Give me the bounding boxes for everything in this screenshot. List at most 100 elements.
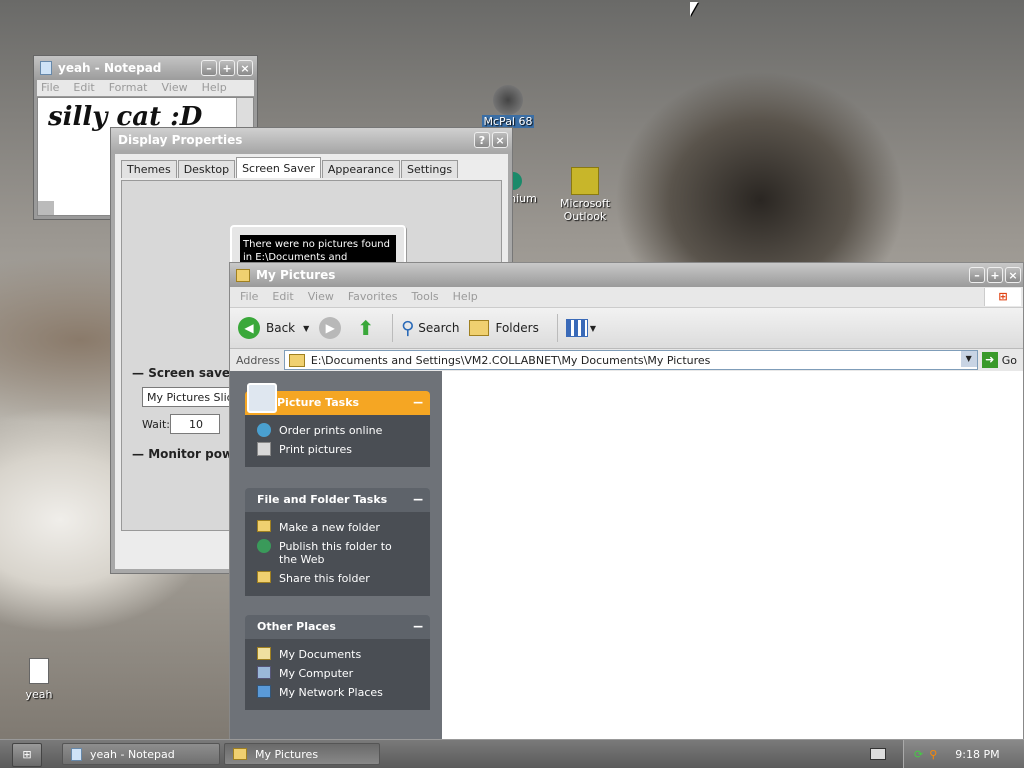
views-button[interactable]: ▼ <box>565 319 596 337</box>
tab-screen-saver[interactable]: Screen Saver <box>236 157 321 178</box>
desktop-icon-yeah[interactable]: yeah <box>4 658 74 701</box>
make-new-folder-link[interactable]: Make a new folder <box>257 518 430 537</box>
text-file-icon <box>29 658 49 684</box>
up-folder-icon: ⬆ <box>357 316 375 340</box>
my-pictures-titlebar[interactable]: My Pictures – + × <box>230 263 1023 287</box>
wait-label: Wait: <box>142 418 170 431</box>
address-dropdown-button[interactable]: ▼ <box>960 351 977 367</box>
picture-tasks-title: Picture Tasks <box>277 396 360 409</box>
go-button[interactable]: ➜ Go <box>981 352 1017 368</box>
menu-edit[interactable]: Edit <box>272 290 293 303</box>
tab-desktop[interactable]: Desktop <box>177 160 236 178</box>
maximize-button[interactable]: + <box>219 60 235 76</box>
views-icon <box>565 319 588 337</box>
menu-file[interactable]: File <box>240 290 258 303</box>
my-computer-link[interactable]: My Computer <box>257 664 430 683</box>
address-value: E:\Documents and Settings\VM2.COLLABNET\… <box>310 353 711 367</box>
task-pane: Picture Tasks − Order prints online Prin… <box>230 371 442 739</box>
menu-format[interactable]: Format <box>109 81 148 94</box>
picture-tasks-panel: Picture Tasks − Order prints online Prin… <box>245 383 430 467</box>
folders-button[interactable]: Folders <box>469 320 539 336</box>
explorer-toolbar: ◀ Back ▼ ▶ ⬆ ⚲ Search Folders ▼ <box>230 308 1023 349</box>
menu-help[interactable]: Help <box>453 290 478 303</box>
my-network-places-link[interactable]: My Network Places <box>257 683 430 702</box>
taskbar: ⊞ yeah - Notepad My Pictures ⟳ ⚲ 9:18 PM <box>0 739 1024 768</box>
print-pictures-link[interactable]: Print pictures <box>257 440 430 459</box>
notepad-app-icon <box>40 61 52 75</box>
screen-saver-group-label: — Screen saver <box>132 366 236 380</box>
back-button[interactable]: ◀ Back ▼ <box>238 317 309 339</box>
taskbar-item-my-pictures[interactable]: My Pictures <box>224 743 380 765</box>
up-folder-button[interactable]: ⬆ <box>357 316 374 340</box>
my-pictures-window[interactable]: My Pictures – + × File Edit View Favorites T… <box>229 262 1024 740</box>
share-folder-link[interactable]: Share this folder <box>257 569 430 588</box>
file-list-area[interactable] <box>442 371 1023 739</box>
menu-view[interactable]: View <box>308 290 334 303</box>
taskbar-item-notepad[interactable]: yeah - Notepad <box>62 743 220 765</box>
menu-view[interactable]: View <box>162 81 188 94</box>
chevron-down-icon: ▼ <box>303 323 310 333</box>
tab-settings[interactable]: Settings <box>400 160 459 178</box>
minimize-button[interactable]: – <box>201 60 217 76</box>
file-folder-tasks-body: Make a new folder Publish this folder to… <box>245 512 430 596</box>
address-bar: Address E:\Documents and Settings\VM2.CO… <box>230 349 1023 372</box>
windows-logo-icon: ⊞ <box>984 288 1021 306</box>
tab-appearance[interactable]: Appearance <box>321 160 400 178</box>
desktop-icon-outlook[interactable]: Microsoft Outlook <box>550 167 620 223</box>
other-places-title: Other Places <box>257 620 336 633</box>
forward-arrow-icon: ▶ <box>319 317 342 339</box>
notepad-menubar: File Edit Format View Help <box>37 80 254 96</box>
other-places-header[interactable]: Other Places − <box>245 615 430 639</box>
file-folder-tasks-header[interactable]: File and Folder Tasks − <box>245 488 430 512</box>
search-icon: ⚲ <box>401 317 415 339</box>
tab-themes[interactable]: Themes <box>121 160 177 178</box>
search-tray-icon[interactable]: ⚲ <box>929 748 937 761</box>
menu-favorites[interactable]: Favorites <box>348 290 398 303</box>
my-documents-icon <box>257 647 271 660</box>
help-button[interactable]: ? <box>474 132 490 148</box>
close-button[interactable]: × <box>237 60 253 76</box>
globe-icon <box>257 539 271 553</box>
toolbar-separator <box>556 314 558 342</box>
collapse-icon[interactable]: − <box>412 488 424 512</box>
go-label: Go <box>1001 353 1017 367</box>
network-tray-icon[interactable]: ⟳ <box>914 748 923 761</box>
search-button[interactable]: ⚲ Search <box>401 318 459 339</box>
folders-label: Folders <box>495 321 539 335</box>
menu-edit[interactable]: Edit <box>73 81 94 94</box>
my-documents-link[interactable]: My Documents <box>257 645 430 664</box>
file-folder-tasks-panel: File and Folder Tasks − Make a new folde… <box>245 488 430 596</box>
share-folder-icon <box>257 571 271 583</box>
maximize-button[interactable]: + <box>987 267 1003 283</box>
menu-tools[interactable]: Tools <box>412 290 439 303</box>
monitor-power-group-label: — Monitor powe <box>132 447 242 461</box>
picture-tasks-icon <box>247 383 277 413</box>
order-prints-link[interactable]: Order prints online <box>257 421 430 440</box>
mouse-cursor-icon <box>690 2 698 16</box>
wait-value: 10 <box>189 418 203 431</box>
desktop-icon-mcpal[interactable]: McPal 68 <box>473 85 543 128</box>
go-arrow-icon: ➜ <box>981 352 998 368</box>
folders-icon <box>469 320 490 336</box>
minimize-button[interactable]: – <box>969 267 985 283</box>
notepad-titlebar[interactable]: yeah - Notepad – + × <box>34 56 257 80</box>
publish-folder-link[interactable]: Publish this folder to the Web <box>257 537 430 569</box>
collapse-icon[interactable]: − <box>412 615 424 639</box>
folder-icon <box>236 268 250 282</box>
address-input[interactable]: E:\Documents and Settings\VM2.COLLABNET\… <box>283 350 978 370</box>
size-grip[interactable] <box>38 201 54 215</box>
menu-help[interactable]: Help <box>202 81 227 94</box>
close-button[interactable]: × <box>492 132 508 148</box>
start-button[interactable]: ⊞ <box>12 743 42 767</box>
forward-button[interactable]: ▶ <box>319 317 347 339</box>
new-folder-icon <box>257 520 271 532</box>
close-button[interactable]: × <box>1005 267 1021 283</box>
display-properties-titlebar[interactable]: Display Properties ? × <box>111 128 512 152</box>
collapse-icon[interactable]: − <box>412 391 424 415</box>
my-pictures-title: My Pictures <box>256 268 336 282</box>
menu-file[interactable]: File <box>41 81 59 94</box>
picture-tasks-header[interactable]: Picture Tasks − <box>245 383 430 415</box>
wait-spinner[interactable]: 10 <box>170 414 220 434</box>
keyboard-icon[interactable] <box>870 748 886 760</box>
order-prints-icon <box>257 423 271 437</box>
